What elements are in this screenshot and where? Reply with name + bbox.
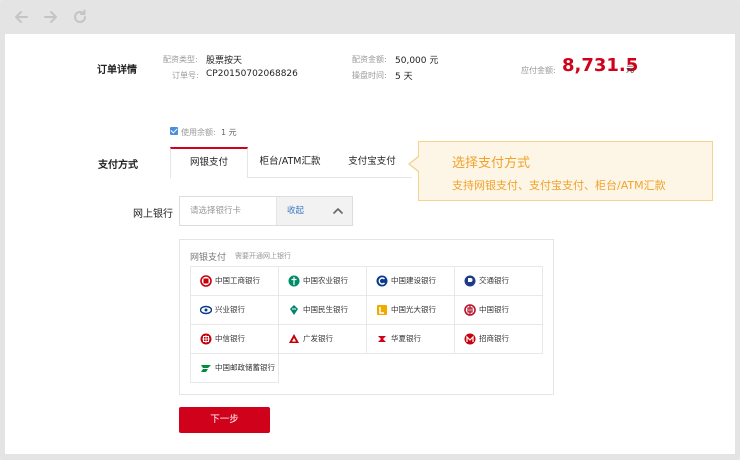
hxb-logo-icon — [376, 333, 388, 345]
bank-option[interactable]: 招商银行 — [454, 324, 543, 354]
order-no-value: CP20150702068826 — [206, 69, 298, 79]
bank-name: 中国工商银行 — [215, 276, 260, 285]
bank-option[interactable]: 广发银行 — [278, 324, 367, 354]
back-arrow-icon[interactable] — [12, 8, 30, 26]
psbc-logo-icon — [200, 362, 212, 374]
page-viewport: 订单详情 配资类型: 股票按天 订单号: CP20150702068826 配资… — [5, 34, 735, 454]
ccb-logo-icon — [376, 275, 388, 287]
abc-logo-icon — [288, 275, 300, 287]
bank-name: 广发银行 — [303, 334, 333, 343]
bank-name: 中国民生银行 — [303, 305, 348, 314]
reload-icon[interactable] — [71, 8, 89, 26]
forward-arrow-icon[interactable] — [42, 8, 60, 26]
payment-hint-callout: 选择支付方式 支持网银支付、支付宝支付、柜台/ATM汇款 — [418, 141, 713, 201]
tab-counter-atm[interactable]: 柜台/ATM汇款 — [250, 147, 330, 178]
bank-option[interactable]: 中国农业银行 — [278, 266, 367, 296]
bank-list-panel: 网银支付 需要开通网上银行 中国工商银行 中国农业银行 中国建设银行 交通银行兴业银行… — [179, 239, 554, 395]
bank-option[interactable]: 华夏银行 — [366, 324, 455, 354]
tab-online-banking[interactable]: 网银支付 — [170, 147, 248, 178]
payable-unit: 元 — [626, 65, 634, 74]
bank-name: 中国邮政储蓄银行 — [215, 363, 275, 372]
next-step-button[interactable]: 下一步 — [179, 407, 270, 433]
days-label: 操盘时间: — [352, 71, 387, 80]
browser-toolbar — [0, 0, 740, 34]
collapse-label[interactable]: 收起 — [287, 197, 304, 225]
bank-name: 交通银行 — [479, 276, 509, 285]
collapse-toggle[interactable]: 收起 — [277, 197, 352, 225]
chevron-up-icon[interactable] — [332, 206, 344, 216]
bank-option[interactable]: 中国民生银行 — [278, 295, 367, 325]
tab-alipay[interactable]: 支付宝支付 — [333, 147, 411, 178]
icbc-logo-icon — [200, 275, 212, 287]
online-bank-label: 网上银行 — [133, 209, 173, 220]
panel-subtitle: 需要开通网上银行 — [235, 252, 291, 260]
payment-method-label: 支付方式 — [98, 160, 138, 171]
bank-name: 中国建设银行 — [391, 276, 436, 285]
browser-window: 订单详情 配资类型: 股票按天 订单号: CP20150702068826 配资… — [0, 0, 740, 460]
callout-description: 支持网银支付、支付宝支付、柜台/ATM汇款 — [452, 179, 666, 192]
boc-logo-icon — [464, 304, 476, 316]
bank-option[interactable]: 中国工商银行 — [190, 266, 279, 296]
bank-select-placeholder[interactable]: 请选择银行卡 — [180, 197, 277, 225]
bank-select[interactable]: 请选择银行卡 收起 — [179, 196, 353, 226]
bank-option[interactable]: 交通银行 — [454, 266, 543, 296]
cib-logo-icon — [200, 304, 212, 316]
type-value: 股票按天 — [206, 56, 243, 66]
bank-option[interactable]: 中信银行 — [190, 324, 279, 354]
bank-option[interactable]: 中国建设银行 — [366, 266, 455, 296]
panel-title: 网银支付 — [190, 253, 227, 263]
payable-label: 应付金额: — [521, 66, 556, 75]
cmbc-logo-icon — [288, 304, 300, 316]
bank-option[interactable]: 兴业银行 — [190, 295, 279, 325]
bank-name: 招商银行 — [479, 334, 509, 343]
bank-option[interactable]: 中国银行 — [454, 295, 543, 325]
order-no-label: 订单号: — [172, 71, 199, 80]
type-label: 配资类型: — [163, 55, 198, 64]
amount-label: 配资金额: — [352, 55, 387, 64]
amount-value: 50,000 元 — [395, 56, 439, 66]
bank-name: 中信银行 — [215, 334, 245, 343]
citic-logo-icon — [200, 333, 212, 345]
bank-name: 华夏银行 — [391, 334, 421, 343]
cgb-logo-icon — [288, 333, 300, 345]
order-details-label: 订单详情 — [97, 65, 137, 76]
balance-label: 使用余额: — [181, 128, 216, 137]
bank-name: 中国银行 — [479, 305, 509, 314]
bank-option[interactable]: 中国邮政储蓄银行 — [190, 353, 279, 383]
bocom-logo-icon — [464, 275, 476, 287]
bank-name: 兴业银行 — [215, 305, 245, 314]
bank-name: 中国农业银行 — [303, 276, 348, 285]
bank-name: 中国光大银行 — [391, 305, 436, 314]
balance-value: 1 元 — [221, 128, 237, 137]
callout-title: 选择支付方式 — [452, 156, 531, 171]
days-value: 5 天 — [395, 72, 413, 82]
ceb-logo-icon — [376, 304, 388, 316]
callout-arrow-fill — [410, 157, 419, 171]
use-balance-checkbox[interactable] — [170, 127, 178, 135]
bank-option[interactable]: 中国光大银行 — [366, 295, 455, 325]
cmb-logo-icon — [464, 333, 476, 345]
